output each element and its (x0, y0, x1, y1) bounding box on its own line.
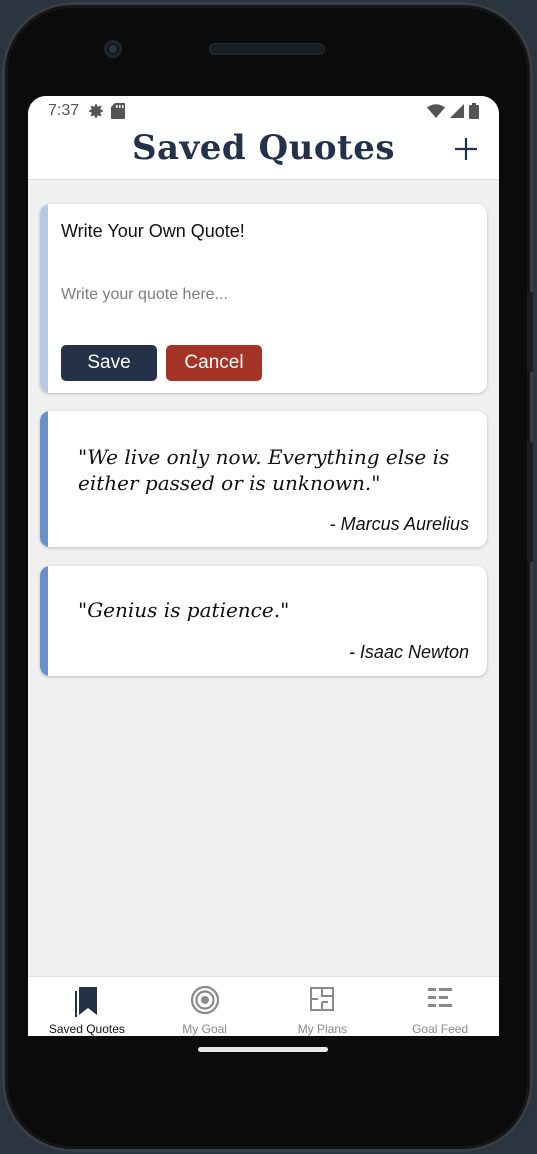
compose-title: Write Your Own Quote! (61, 221, 245, 241)
app-header: Saved Quotes (28, 126, 499, 180)
quote-input[interactable] (61, 282, 461, 308)
feed-list-icon (428, 988, 453, 1007)
card-accent-bar (40, 204, 48, 393)
volume-button (527, 292, 533, 372)
card-accent-bar (40, 566, 48, 676)
wifi-icon (427, 104, 445, 118)
settings-gear-icon (87, 102, 105, 120)
cell-signal-icon (450, 104, 464, 118)
quote-text: "Genius is patience." (78, 598, 290, 622)
nav-label: Goal Feed (412, 1022, 469, 1036)
floorplan-icon (310, 987, 335, 1011)
front-camera (104, 40, 122, 58)
battery-icon (469, 103, 479, 119)
page-title: Saved Quotes (131, 128, 396, 168)
quote-card[interactable]: "Genius is patience." - Isaac Newton (40, 566, 487, 676)
nav-label: My Plans (297, 1022, 348, 1036)
power-button (527, 442, 533, 562)
status-bar: 7:37 (28, 96, 499, 126)
quote-text: "We live only now. Everything else is ei… (78, 445, 450, 495)
add-quote-button[interactable] (451, 134, 481, 164)
nav-item-goal-feed[interactable]: Goal Feed (381, 977, 499, 1036)
home-indicator[interactable] (198, 1047, 328, 1052)
nav-label: My Goal (182, 1022, 227, 1036)
save-button[interactable]: Save (61, 345, 157, 381)
card-accent-bar (40, 411, 48, 547)
bottom-navigation: Saved Quotes My Goal My Plans Goal Feed (28, 976, 499, 1036)
nav-item-saved-quotes[interactable]: Saved Quotes (28, 977, 146, 1036)
quote-author: - Isaac Newton (348, 642, 469, 662)
cancel-button[interactable]: Cancel (166, 345, 262, 381)
compose-quote-card: Write Your Own Quote! Save Cancel (40, 204, 487, 393)
nav-label: Saved Quotes (48, 1022, 125, 1036)
nav-item-my-plans[interactable]: My Plans (264, 977, 382, 1036)
quote-author: - Marcus Aurelius (329, 514, 469, 534)
app-screen: 7:37 Saved Quotes Write Your Own Quote! … (28, 96, 499, 1036)
target-icon (190, 985, 219, 1015)
earpiece-speaker (209, 43, 325, 55)
status-time: 7:37 (48, 102, 80, 119)
nav-item-my-goal[interactable]: My Goal (146, 977, 264, 1036)
quote-card[interactable]: "We live only now. Everything else is ei… (40, 411, 487, 547)
bookmarks-icon (74, 987, 97, 1017)
plus-icon (455, 138, 477, 160)
sd-card-icon (111, 103, 126, 119)
